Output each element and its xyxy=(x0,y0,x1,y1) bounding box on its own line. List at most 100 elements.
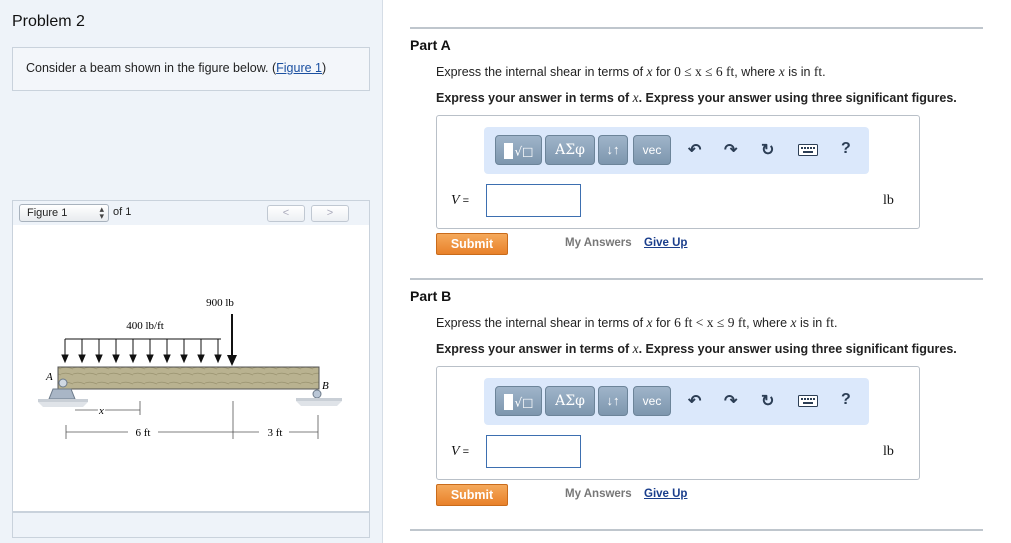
radical-icon: √□ xyxy=(514,395,534,410)
next-figure-button[interactable]: > xyxy=(311,205,349,222)
ground-a xyxy=(38,399,88,402)
subscript-superscript-button[interactable]: ↓↑ xyxy=(598,135,628,165)
dist-load-label: 400 lb/ft xyxy=(126,320,164,332)
dim-3ft-label: 3 ft xyxy=(268,427,283,439)
part-a-math-toolbar: √□ ΑΣφ ↓↑ vec ↶ ↷ ↻ ? xyxy=(484,127,869,174)
q-text: . xyxy=(833,316,838,330)
help-button[interactable]: ? xyxy=(841,140,851,158)
part-b-var-label: V = xyxy=(451,444,469,460)
part-a-submit-button[interactable]: Submit xyxy=(436,233,508,255)
part-b-question: Express the internal shear in terms of x… xyxy=(436,315,837,331)
undo-icon[interactable]: ↶ xyxy=(688,140,701,160)
part-b-submit-button[interactable]: Submit xyxy=(436,484,508,506)
q-unit: ft xyxy=(813,64,823,79)
box-template-icon xyxy=(503,394,513,411)
figure-select-value: Figure 1 xyxy=(27,207,68,219)
part-a-give-up-link[interactable]: Give Up xyxy=(644,237,687,249)
q-text: Express the internal shear in terms of xyxy=(436,65,647,79)
instr-text: . Express your answer using three signif… xyxy=(638,342,957,356)
q-text: is in xyxy=(796,316,826,330)
equals-sign: = xyxy=(459,195,470,207)
templates-button[interactable]: √□ xyxy=(495,386,542,416)
q-range: 6 ft < x ≤ 9 ft xyxy=(674,315,747,330)
part-b-math-toolbar: √□ ΑΣφ ↓↑ vec ↶ ↷ ↻ ? xyxy=(484,378,869,425)
part-b-answer-input[interactable] xyxy=(486,435,581,468)
part-a-title: Part A xyxy=(410,37,451,53)
reset-icon[interactable]: ↻ xyxy=(761,391,774,411)
greek-button[interactable]: ΑΣφ xyxy=(545,386,595,416)
figure-link[interactable]: Figure 1 xyxy=(276,61,322,75)
beam-figure: 900 lb 400 lb/ft A B x x 6 ft 3 ft xyxy=(38,297,342,439)
subscript-superscript-button[interactable]: ↓↑ xyxy=(598,386,628,416)
dist-load-arrows xyxy=(61,339,222,364)
support-b-label: B xyxy=(322,380,329,392)
figure-select[interactable]: Figure 1 ▴ ▾ xyxy=(19,204,109,222)
q-text: Express the internal shear in terms of xyxy=(436,316,647,330)
part-b-unit: lb xyxy=(883,444,894,459)
redo-icon[interactable]: ↷ xyxy=(724,140,737,160)
part-b-divider xyxy=(410,278,983,280)
q-unit: ft xyxy=(825,315,834,330)
part-a-divider xyxy=(410,27,983,29)
var-symbol: V xyxy=(451,444,460,459)
q-range: 0 ≤ x ≤ 6 ft xyxy=(674,64,735,79)
part-a-var-label: V = xyxy=(451,193,469,209)
part-a-unit: lb xyxy=(883,193,894,208)
part-a-instruction: Express your answer in terms of x. Expre… xyxy=(436,90,957,106)
figure-footer xyxy=(12,512,370,538)
q-text: is in xyxy=(784,65,814,79)
help-button[interactable]: ? xyxy=(841,391,851,409)
answer-panel: Part A Express the internal shear in ter… xyxy=(383,0,1011,543)
vector-button[interactable]: vec xyxy=(633,386,671,416)
greek-button[interactable]: ΑΣφ xyxy=(545,135,595,165)
templates-button[interactable]: √□ xyxy=(495,135,542,165)
part-b-answer-box: √□ ΑΣφ ↓↑ vec ↶ ↷ ↻ ? V = lb xyxy=(436,366,920,480)
point-load-label: 900 lb xyxy=(206,297,234,309)
part-b-my-answers[interactable]: My Answers xyxy=(565,488,632,500)
instr-text: Express your answer in terms of xyxy=(436,91,633,105)
keyboard-icon[interactable] xyxy=(798,143,818,161)
part-a-question: Express the internal shear in terms of x… xyxy=(436,64,826,80)
part-a-answer-input[interactable] xyxy=(486,184,581,217)
vector-button[interactable]: vec xyxy=(633,135,671,165)
q-text: for xyxy=(652,65,675,79)
page: Problem 2 Consider a beam shown in the f… xyxy=(0,0,1011,543)
ground-b-shadow xyxy=(296,401,342,406)
part-a-my-answers[interactable]: My Answers xyxy=(565,237,632,249)
part-b-title: Part B xyxy=(410,288,452,304)
problem-title: Problem 2 xyxy=(12,13,85,30)
var-symbol: V xyxy=(451,193,460,208)
instr-text: . Express your answer using three signif… xyxy=(638,91,957,105)
figure-area: 900 lb 400 lb/ft A B x x 6 ft 3 ft xyxy=(12,225,370,512)
q-text: , where xyxy=(746,316,791,330)
q-text: for xyxy=(652,316,675,330)
reset-icon[interactable]: ↻ xyxy=(761,140,774,160)
instr-text: Express your answer in terms of xyxy=(436,342,633,356)
radical-icon: √□ xyxy=(514,144,534,159)
figure-nav-bar: Figure 1 ▴ ▾ of 1 < > xyxy=(12,200,370,225)
figure-count: of 1 xyxy=(113,206,132,218)
select-arrows-icon: ▴ ▾ xyxy=(99,204,104,221)
problem-prompt: Consider a beam shown in the figure belo… xyxy=(12,47,370,91)
box-template-icon xyxy=(503,143,513,160)
prev-figure-button[interactable]: < xyxy=(267,205,305,222)
redo-icon[interactable]: ↷ xyxy=(724,391,737,411)
q-text: , where xyxy=(734,65,779,79)
roller-b xyxy=(312,389,322,399)
q-text: . xyxy=(822,65,826,79)
ground-a-shadow xyxy=(38,402,88,407)
pin-a-hinge xyxy=(58,378,68,388)
prompt-text: Consider a beam shown in the figure belo… xyxy=(26,61,277,75)
equals-sign: = xyxy=(459,446,470,458)
dim-6ft-label: 6 ft xyxy=(136,427,151,439)
part-b-give-up-link[interactable]: Give Up xyxy=(644,488,687,500)
point-load-head xyxy=(227,355,237,366)
keyboard-icon[interactable] xyxy=(798,394,818,412)
pin-support-a xyxy=(48,388,76,400)
ground-b xyxy=(296,398,342,401)
beam xyxy=(57,366,320,390)
x-label: x xyxy=(98,405,104,417)
part-a-answer-box: √□ ΑΣφ ↓↑ vec ↶ ↷ ↻ ? V = lb xyxy=(436,115,920,229)
support-a-label: A xyxy=(45,371,53,383)
undo-icon[interactable]: ↶ xyxy=(688,391,701,411)
